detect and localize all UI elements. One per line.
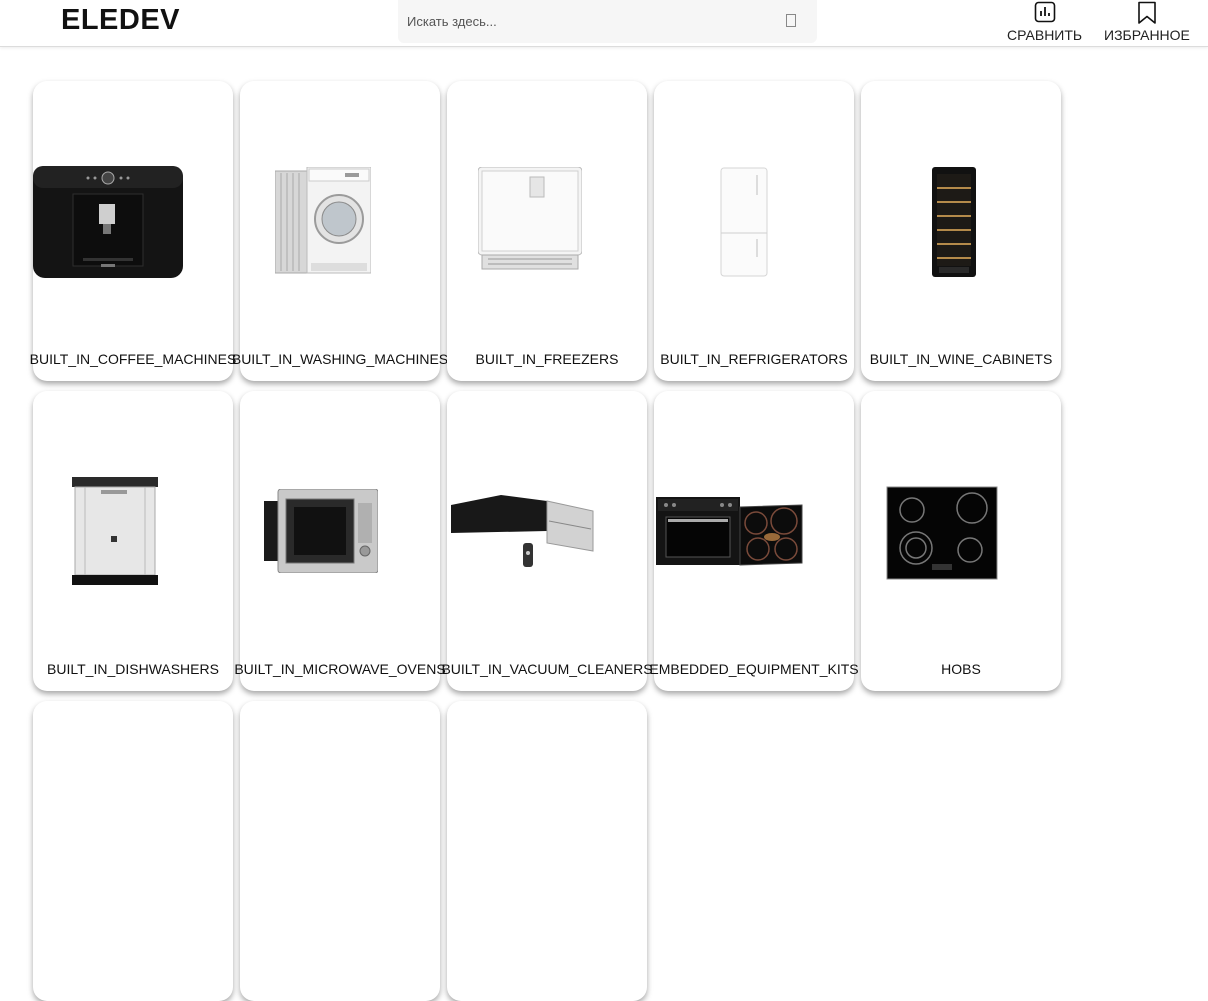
category-card[interactable]: BUILT_IN_REFRIGERATORS <box>654 81 854 381</box>
washing-machine-image <box>275 167 371 274</box>
hob-image <box>886 486 998 580</box>
category-card[interactable]: BUILT_IN_FREEZERS <box>447 81 647 381</box>
category-card[interactable]: BUILT_IN_WASHING_MACHINES <box>232 81 448 381</box>
top-header: ELEDEV СРАВНИТЬ ИЗБРАННОЕ <box>0 0 1208 47</box>
category-card[interactable]: BUILT_IN_VACUUM_CLEANERS <box>441 391 653 691</box>
category-card[interactable]: HOBS <box>861 391 1061 691</box>
bookmark-icon <box>1138 1 1156 24</box>
category-card[interactable] <box>447 701 647 1001</box>
favorites-label: ИЗБРАННОЕ <box>1104 27 1190 43</box>
category-card[interactable] <box>33 701 233 1001</box>
category-label: BUILT_IN_REFRIGERATORS <box>660 351 848 367</box>
microwave-oven-image <box>264 489 378 573</box>
coffee-machine-image <box>33 166 183 278</box>
equipment-kit-image <box>656 497 803 566</box>
category-label: BUILT_IN_DISHWASHERS <box>47 661 219 677</box>
category-label: BUILT_IN_WASHING_MACHINES <box>231 351 449 367</box>
category-label: BUILT_IN_COFFEE_MACHINES <box>29 351 237 367</box>
compare-label: СРАВНИТЬ <box>1007 27 1083 43</box>
category-card[interactable] <box>240 701 440 1001</box>
bar-chart-icon <box>1034 1 1056 23</box>
category-label: HOBS <box>941 661 981 677</box>
category-label: BUILT_IN_VACUUM_CLEANERS <box>441 661 653 677</box>
refrigerator-image <box>720 167 768 277</box>
freezer-image <box>478 167 582 270</box>
site-logo[interactable]: ELEDEV <box>61 4 180 37</box>
dishwasher-image <box>72 477 158 585</box>
category-card[interactable]: EMBEDDED_EQUIPMENT_KITS <box>649 391 859 691</box>
category-card[interactable]: BUILT_IN_COFFEE_MACHINES <box>30 81 236 381</box>
category-label: EMBEDDED_EQUIPMENT_KITS <box>649 661 859 677</box>
wine-cabinet-image <box>932 167 976 277</box>
category-card[interactable]: BUILT_IN_DISHWASHERS <box>33 391 233 691</box>
favorites-button[interactable]: ИЗБРАННОЕ <box>1102 0 1194 46</box>
search-icon[interactable] <box>786 14 796 27</box>
category-card[interactable]: BUILT_IN_WINE_CABINETS <box>861 81 1061 381</box>
category-label: BUILT_IN_WINE_CABINETS <box>869 351 1053 367</box>
category-label: BUILT_IN_MICROWAVE_OVENS <box>234 661 446 677</box>
category-card[interactable]: BUILT_IN_MICROWAVE_OVENS <box>234 391 446 691</box>
search-bar[interactable] <box>398 0 817 43</box>
category-label: BUILT_IN_FREEZERS <box>475 351 619 367</box>
compare-button[interactable]: СРАВНИТЬ <box>1004 0 1086 46</box>
search-input[interactable] <box>407 12 777 30</box>
vacuum-cleaner-image <box>451 495 594 567</box>
